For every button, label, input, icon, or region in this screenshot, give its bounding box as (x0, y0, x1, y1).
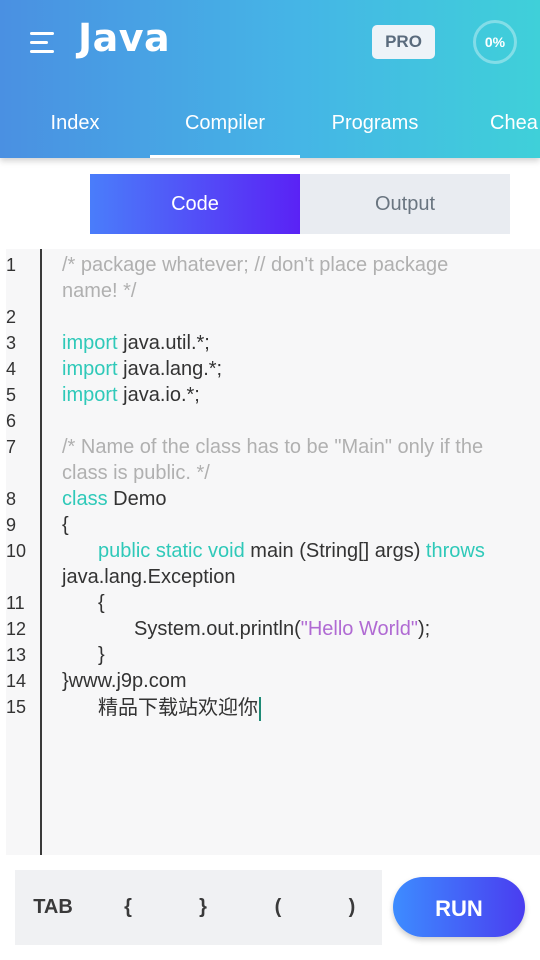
output-segment-button[interactable]: Output (300, 174, 510, 234)
tab-compiler[interactable]: Compiler (150, 98, 300, 158)
tab-cheatsheet[interactable]: Chea (450, 98, 540, 158)
keyword: import (62, 358, 118, 380)
code-text: System.out.println( (134, 618, 301, 640)
code-text: ); (417, 618, 431, 640)
keyword: throws (425, 540, 485, 562)
code-line: import java.io.*; (62, 382, 200, 408)
line-number: 7 (6, 437, 17, 457)
code-line: java.lang.Exception (62, 566, 236, 588)
gutter-divider (40, 249, 42, 855)
code-comment: /* Name of the class has to be "Main" on… (62, 436, 484, 458)
left-paren-key-button[interactable]: ( (263, 870, 293, 945)
app-header: Java PRO 0% Index Compiler Programs Chea (0, 0, 540, 158)
line-number: 5 (6, 385, 17, 405)
line-number: 6 (6, 411, 17, 431)
code-segment-button[interactable]: Code (90, 174, 300, 234)
line-number: 3 (6, 333, 17, 353)
code-text: java.io.*; (117, 384, 200, 406)
code-line: import java.util.*; (62, 330, 210, 356)
left-brace-key-button[interactable]: { (113, 870, 143, 945)
tab-index[interactable]: Index (0, 98, 150, 158)
tab-programs[interactable]: Programs (300, 98, 450, 158)
code-editor[interactable]: 1 2 3 4 5 6 7 8 9 10 11 12 13 14 15 /* p… (6, 249, 540, 855)
code-line: System.out.println("Hello World"); (134, 616, 430, 642)
line-number: 15 (6, 697, 27, 717)
code-output-toggle: Code Output (90, 174, 510, 234)
line-number: 1 (6, 255, 17, 275)
line-number: 8 (6, 489, 17, 509)
keyword: class (62, 488, 108, 510)
active-tab-indicator (150, 155, 300, 158)
line-number: 14 (6, 671, 27, 691)
line-number: 13 (6, 645, 27, 665)
code-text: java.util.*; (117, 332, 210, 354)
code-text: java.lang.*; (117, 358, 223, 380)
app-title: Java (78, 16, 171, 60)
code-text: Demo (107, 488, 167, 510)
code-text: 精品下载站欢迎你 (98, 695, 258, 719)
keyword: public static void (98, 540, 245, 562)
line-number: 9 (6, 515, 17, 535)
line-number: 2 (6, 307, 17, 327)
run-button[interactable]: RUN (393, 877, 525, 937)
right-paren-key-button[interactable]: ) (337, 870, 367, 945)
symbol-key-bar: TAB { } ( ) (15, 870, 382, 945)
right-brace-key-button[interactable]: } (188, 870, 218, 945)
code-line: 精品下载站欢迎你 (98, 694, 261, 721)
text-cursor (259, 696, 261, 721)
tab-bar: Index Compiler Programs Chea (0, 98, 540, 158)
code-line: public static void main (String[] args) … (98, 538, 485, 564)
code-comment: class is public. */ (62, 462, 210, 484)
pro-badge[interactable]: PRO (372, 25, 435, 59)
code-line: }www.j9p.com (62, 670, 187, 692)
code-text: main (String[] args) (244, 540, 426, 562)
string-literal: "Hello World" (300, 618, 418, 640)
line-number: 12 (6, 619, 27, 639)
code-line: { (98, 592, 105, 614)
code-line: class Demo (62, 486, 166, 512)
line-number: 10 (6, 541, 27, 561)
line-number: 4 (6, 359, 17, 379)
code-line: { (62, 514, 69, 536)
code-line: import java.lang.*; (62, 356, 222, 382)
code-comment: /* package whatever; // don't place pack… (62, 254, 449, 276)
progress-indicator[interactable]: 0% (473, 20, 517, 64)
line-number: 11 (6, 593, 25, 613)
hamburger-menu-icon[interactable] (30, 32, 56, 53)
code-comment: name! */ (62, 280, 137, 302)
tab-key-button[interactable]: TAB (25, 870, 81, 945)
keyword: import (62, 384, 118, 406)
keyword: import (62, 332, 118, 354)
code-line: } (98, 644, 105, 666)
